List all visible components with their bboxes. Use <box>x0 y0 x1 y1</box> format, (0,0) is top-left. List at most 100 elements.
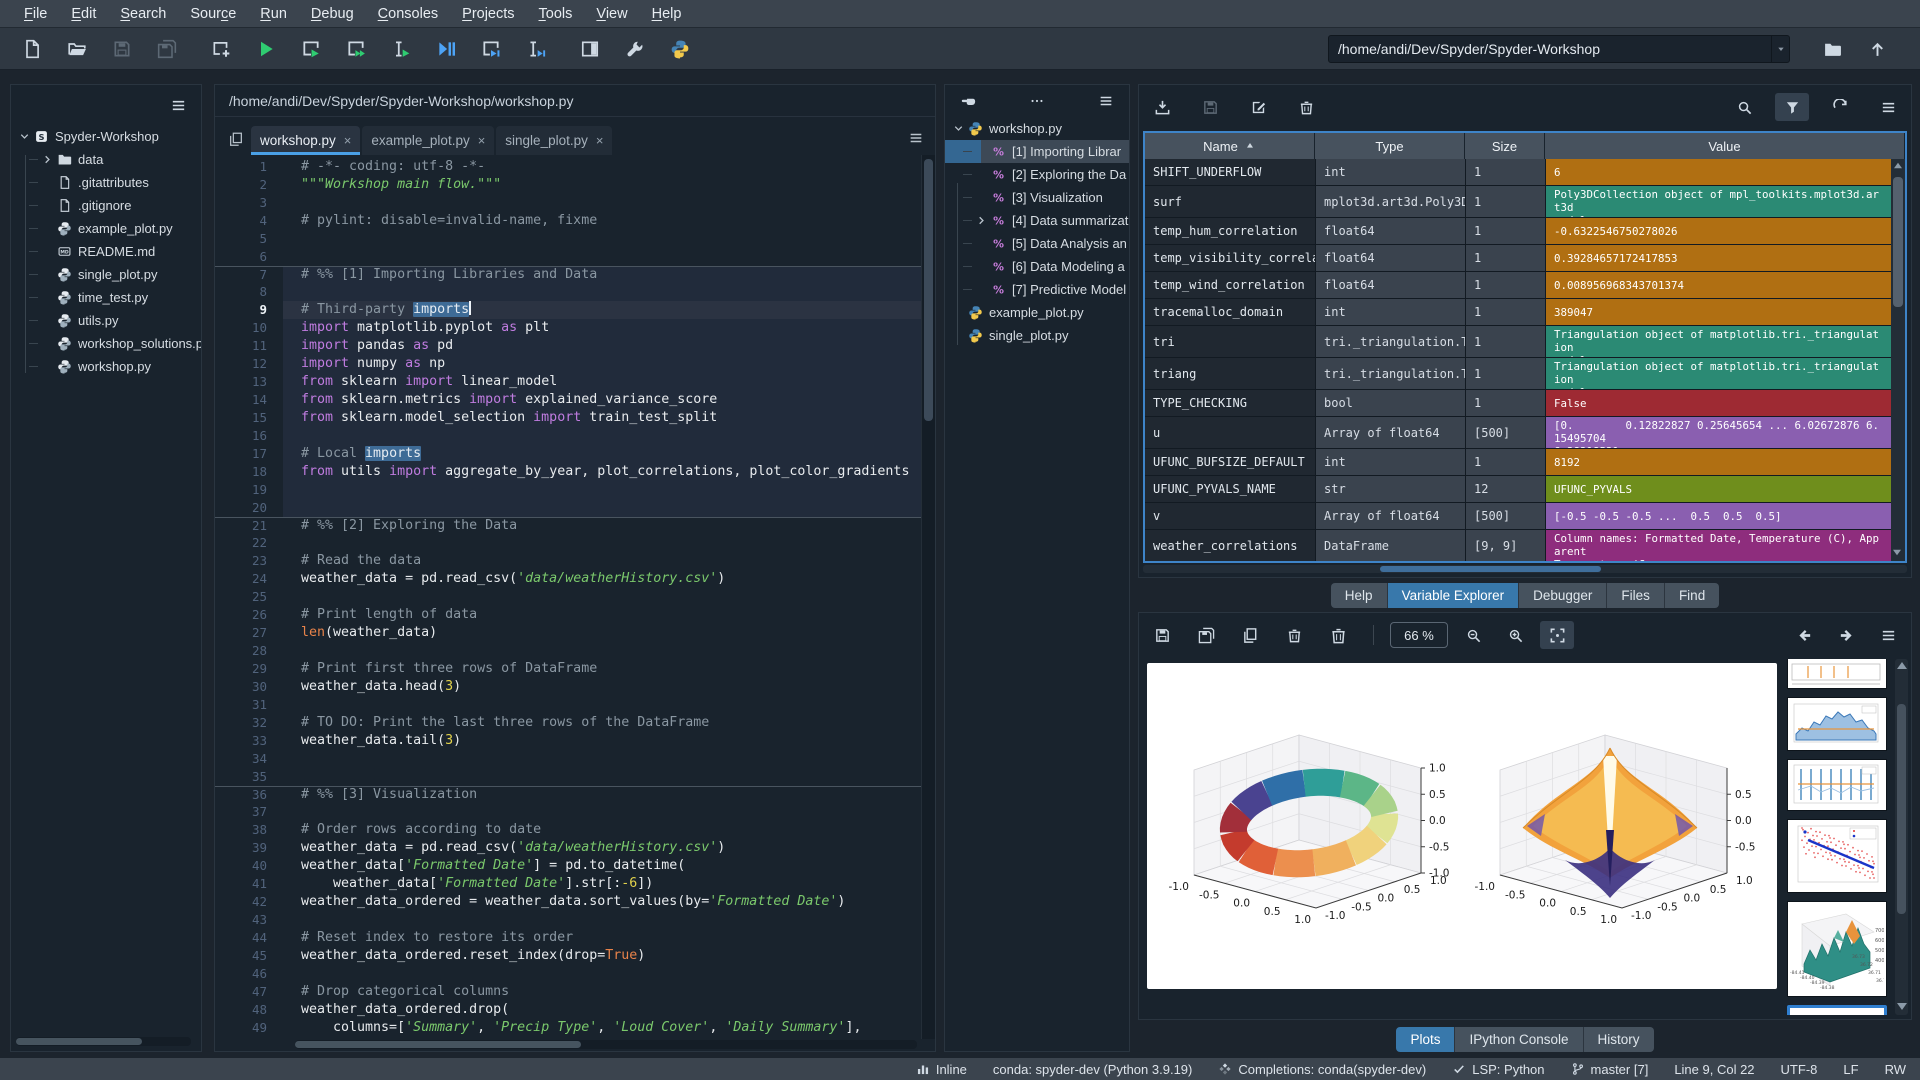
explorer-item-example-plot-py[interactable]: example_plot.py <box>11 217 201 240</box>
zoom-level[interactable]: 66 % <box>1390 622 1448 648</box>
column-header-name[interactable]: Name <box>1145 133 1315 159</box>
explorer-item-time-test-py[interactable]: time_test.py <box>11 286 201 309</box>
outline-item--5-data-analysis-an[interactable]: %[5] Data Analysis an <box>945 232 1129 255</box>
plots-menu-button[interactable] <box>1871 621 1905 649</box>
completions-status[interactable]: Completions: conda(spyder-dev) <box>1218 1062 1426 1077</box>
menu-run[interactable]: Run <box>248 3 299 25</box>
save-all-plots-button[interactable] <box>1189 621 1223 649</box>
run-to-line-button[interactable] <box>517 32 555 66</box>
copy-image-button[interactable] <box>1233 621 1267 649</box>
outline-item--3-visualization[interactable]: %[3] Visualization <box>945 186 1129 209</box>
editor-vscrollbar[interactable] <box>921 155 935 1039</box>
panel-tab-plots[interactable]: Plots <box>1396 1027 1455 1052</box>
browse-tabs-button[interactable] <box>221 125 251 153</box>
variable-row-weather_correlations[interactable]: weather_correlationsDataFrame[9, 9]Colum… <box>1145 530 1891 561</box>
panel-tab-history[interactable]: History <box>1584 1027 1654 1052</box>
save-data-as-button[interactable] <box>1241 93 1275 121</box>
next-plot-button[interactable] <box>1829 621 1863 649</box>
python-env-button[interactable] <box>661 32 699 66</box>
editor-tab-workshop-py[interactable]: workshop.py× <box>251 126 360 155</box>
variable-row-UFUNC_PYVALS_NAME[interactable]: UFUNC_PYVALS_NAMEstr12UFUNC_PYVALS <box>1145 476 1891 503</box>
explorer-item-workshop-solutions-p[interactable]: workshop_solutions.p <box>11 332 201 355</box>
menu-projects[interactable]: Projects <box>450 3 526 25</box>
git-branch-status[interactable]: master [7] <box>1571 1062 1649 1077</box>
new-file-button[interactable] <box>13 32 51 66</box>
outline-options-button[interactable] <box>1020 87 1054 115</box>
editor-hscrollbar[interactable] <box>295 1040 917 1049</box>
lsp-status[interactable]: LSP: Python <box>1452 1062 1544 1077</box>
thumbnail-scrollbar[interactable] <box>1895 659 1908 1015</box>
zoom-out-button[interactable] <box>1456 621 1490 649</box>
menu-debug[interactable]: Debug <box>299 3 366 25</box>
preferences-button[interactable] <box>616 32 654 66</box>
panel-tab-find[interactable]: Find <box>1665 583 1719 608</box>
close-icon[interactable]: × <box>344 133 352 148</box>
close-icon[interactable]: × <box>478 133 486 148</box>
line-endings[interactable]: LF <box>1843 1062 1858 1077</box>
encoding[interactable]: UTF-8 <box>1781 1062 1818 1077</box>
chevron-down-icon[interactable] <box>1771 36 1789 62</box>
go-up-directory-button[interactable] <box>1858 32 1896 66</box>
variable-row-temp_visibility_correlation[interactable]: temp_visibility_correlationfloat6410.392… <box>1145 245 1891 272</box>
menu-view[interactable]: View <box>584 3 639 25</box>
variable-table[interactable]: NameTypeSizeValue SHIFT_UNDERFLOWint16su… <box>1143 131 1907 563</box>
menu-edit[interactable]: Edit <box>59 3 108 25</box>
variable-row-TYPE_CHECKING[interactable]: TYPE_CHECKINGbool1False <box>1145 390 1891 417</box>
maximize-pane-button[interactable] <box>571 32 609 66</box>
column-header-size[interactable]: Size <box>1465 133 1545 159</box>
variable-row-SHIFT_UNDERFLOW[interactable]: SHIFT_UNDERFLOWint16 <box>1145 159 1891 186</box>
column-header-type[interactable]: Type <box>1315 133 1465 159</box>
open-file-button[interactable] <box>58 32 96 66</box>
outline-menu-button[interactable] <box>1089 87 1123 115</box>
save-plot-button[interactable] <box>1145 621 1179 649</box>
explorer-item--gitattributes[interactable]: .gitattributes <box>11 171 201 194</box>
variable-row-v[interactable]: vArray of float64[500][-0.5 -0.5 -0.5 ..… <box>1145 503 1891 530</box>
run-file-button[interactable] <box>247 32 285 66</box>
variable-explorer-menu-button[interactable] <box>1871 93 1905 121</box>
variable-row-temp_wind_correlation[interactable]: temp_wind_correlationfloat6410.008956968… <box>1145 272 1891 299</box>
menu-source[interactable]: Source <box>178 3 248 25</box>
outline-item--6-data-modeling-a[interactable]: %[6] Data Modeling a <box>945 255 1129 278</box>
save-all-button[interactable] <box>148 32 186 66</box>
remove-all-plots-button[interactable] <box>1321 621 1355 649</box>
import-data-button[interactable] <box>1145 93 1179 121</box>
fit-to-window-button[interactable] <box>1540 621 1574 649</box>
save-data-button[interactable] <box>1193 93 1227 121</box>
browse-working-directory-button[interactable] <box>1813 32 1851 66</box>
refresh-variables-button[interactable] <box>1823 93 1857 121</box>
menu-help[interactable]: Help <box>640 3 694 25</box>
interpreter-status[interactable]: conda: spyder-dev (Python 3.9.19) <box>993 1062 1192 1077</box>
panel-tab-debugger[interactable]: Debugger <box>1519 583 1607 608</box>
explorer-item--gitignore[interactable]: .gitignore <box>11 194 201 217</box>
permissions[interactable]: RW <box>1885 1062 1906 1077</box>
outline-item--1-importing-librar[interactable]: %[1] Importing Librar <box>945 140 1129 163</box>
outline-item--4-data-summarizat[interactable]: %[4] Data summarizat <box>945 209 1129 232</box>
plot-thumbnail-6[interactable] <box>1787 1005 1887 1015</box>
variable-row-temp_hum_correlation[interactable]: temp_hum_correlationfloat641-0.632254675… <box>1145 218 1891 245</box>
explorer-item-workshop-py[interactable]: workshop.py <box>11 355 201 378</box>
explorer-item-data[interactable]: data <box>11 148 201 171</box>
plot-thumbnail-3[interactable] <box>1787 759 1887 811</box>
plotting-mode[interactable]: Inline <box>916 1062 967 1077</box>
plot-thumbnail-2[interactable] <box>1787 697 1887 751</box>
remove-all-variables-button[interactable] <box>1289 93 1323 121</box>
debug-file-button[interactable] <box>427 32 465 66</box>
explorer-hscrollbar[interactable] <box>16 1037 191 1046</box>
outline-item--7-predictive-model[interactable]: %[7] Predictive Model <box>945 278 1129 301</box>
search-variables-button[interactable] <box>1727 93 1761 121</box>
variable-row-triang[interactable]: triangtri._triangulation.Tri…1Triangulat… <box>1145 358 1891 390</box>
outline-item--2-exploring-the-da[interactable]: %[2] Exploring the Da <box>945 163 1129 186</box>
explorer-item-readme-md[interactable]: MDREADME.md <box>11 240 201 263</box>
filter-variables-button[interactable] <box>1775 93 1809 121</box>
explorer-item-spyder-workshop[interactable]: SSpyder-Workshop <box>11 125 201 148</box>
variable-table-vscrollbar[interactable] <box>1891 159 1905 561</box>
variable-row-surf[interactable]: surfmplot3d.art3d.Poly3DCo…1Poly3DCollec… <box>1145 186 1891 218</box>
save-file-button[interactable] <box>103 32 141 66</box>
editor-tab-example-plot-py[interactable]: example_plot.py× <box>362 126 494 155</box>
create-cell-button[interactable] <box>202 32 240 66</box>
variable-row-u[interactable]: uArray of float64[500][0. 0.12822827 0.2… <box>1145 417 1891 449</box>
panel-tab-files[interactable]: Files <box>1607 583 1665 608</box>
debug-cell-button[interactable] <box>472 32 510 66</box>
panel-tab-help[interactable]: Help <box>1331 583 1388 608</box>
working-directory-combo[interactable]: /home/andi/Dev/Spyder/Spyder-Workshop <box>1328 35 1790 63</box>
